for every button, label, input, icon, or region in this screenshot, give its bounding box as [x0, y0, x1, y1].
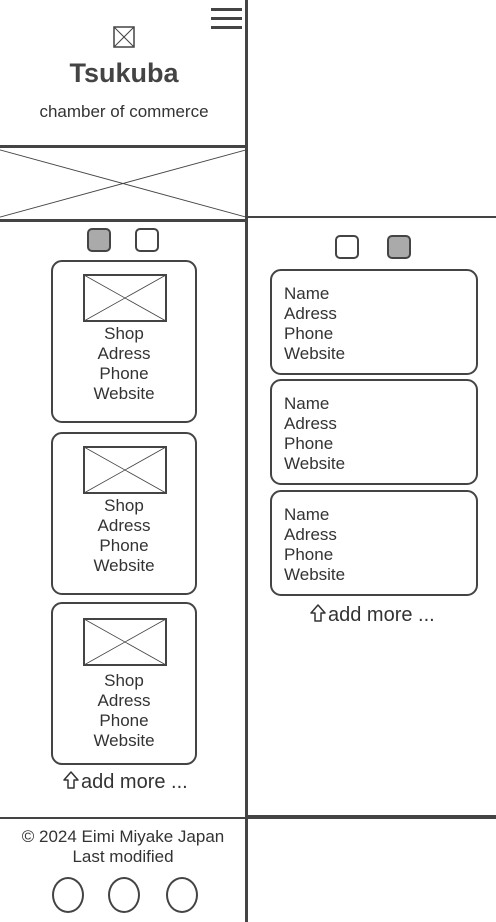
add-more-label: add more ...: [328, 604, 435, 626]
add-more-shops-button[interactable]: add more ...: [62, 770, 188, 794]
shop-phone: Phone: [99, 536, 149, 555]
contact-phone: Phone: [284, 324, 334, 343]
last-modified-text: Last modified: [72, 847, 174, 866]
left-view-toggle-2[interactable]: [135, 228, 159, 252]
shop-name: Shop: [104, 324, 144, 343]
add-more-contacts-button[interactable]: add more ...: [309, 603, 435, 627]
social-icon-1[interactable]: [52, 877, 84, 913]
page: Tsukuba chamber of commerce Shop Adress …: [0, 0, 496, 922]
header: Tsukuba chamber of commerce: [0, 0, 248, 148]
shop-image-placeholder-icon: [83, 274, 167, 322]
shop-card[interactable]: Shop Adress Phone Website: [51, 432, 197, 595]
contact-phone: Phone: [284, 434, 334, 453]
contact-address: Adress: [284, 525, 337, 544]
contact-website[interactable]: Website: [284, 454, 345, 474]
shop-image-placeholder-icon: [83, 446, 167, 494]
hamburger-menu-icon[interactable]: [211, 8, 242, 32]
contact-card[interactable]: Name Adress Phone Website: [270, 379, 478, 485]
contact-name: Name: [284, 505, 330, 524]
shop-address: Adress: [97, 344, 151, 363]
arrow-up-icon: [63, 771, 79, 789]
shop-card[interactable]: Shop Adress Phone Website: [51, 602, 197, 765]
contact-phone: Phone: [284, 545, 334, 564]
contact-card[interactable]: Name Adress Phone Website: [270, 490, 478, 596]
shop-phone: Phone: [99, 364, 149, 383]
shop-name: Shop: [104, 671, 144, 690]
shop-card[interactable]: Shop Adress Phone Website: [51, 260, 197, 423]
footer: © 2024 Eimi Miyake Japan Last modified: [0, 817, 496, 922]
contact-website[interactable]: Website: [284, 344, 345, 364]
image-placeholder-icon: [113, 26, 135, 48]
contact-address: Adress: [284, 414, 337, 433]
right-view-toggle-1[interactable]: [335, 235, 359, 259]
shop-website[interactable]: Website: [53, 556, 195, 576]
contact-name: Name: [284, 394, 330, 413]
shop-name: Shop: [104, 496, 144, 515]
arrow-up-icon: [310, 604, 326, 622]
shop-address: Adress: [97, 691, 151, 710]
page-title: Tsukuba: [69, 58, 179, 88]
contact-address: Adress: [284, 304, 337, 323]
right-view-toggle-2[interactable]: [387, 235, 411, 259]
copyright-text: © 2024 Eimi Miyake Japan: [21, 827, 225, 846]
left-view-toggle-1[interactable]: [87, 228, 111, 252]
social-icon-3[interactable]: [166, 877, 198, 913]
social-icon-2[interactable]: [108, 877, 140, 913]
contact-website[interactable]: Website: [284, 565, 345, 585]
shop-website[interactable]: Website: [53, 384, 195, 404]
add-more-label: add more ...: [81, 771, 188, 793]
shop-phone: Phone: [99, 711, 149, 730]
shop-address: Adress: [97, 516, 151, 535]
shop-image-placeholder-icon: [83, 618, 167, 666]
shop-website[interactable]: Website: [53, 731, 195, 751]
page-subtitle: chamber of commerce: [39, 102, 209, 121]
contact-name: Name: [284, 284, 330, 303]
contact-card[interactable]: Name Adress Phone Website: [270, 269, 478, 375]
hero-image-placeholder: [0, 149, 246, 222]
